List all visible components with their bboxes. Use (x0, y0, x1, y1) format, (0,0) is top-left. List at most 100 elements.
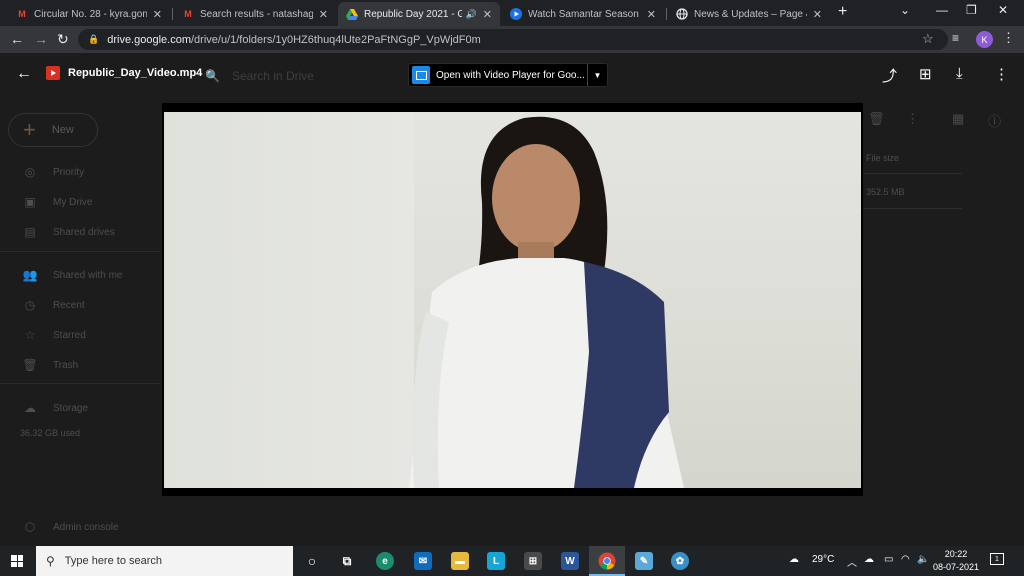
close-tab-icon[interactable]: ✕ (319, 8, 328, 21)
tab-search-icon[interactable]: ⌄ (900, 3, 910, 17)
sidebar-item-shared-with-me[interactable]: 👥 Shared with me (22, 268, 123, 282)
sidebar-item-trash[interactable]: 🗑 Trash (22, 358, 78, 372)
minimize-icon[interactable]: — (936, 3, 948, 17)
sidebar-item-shared-drives[interactable]: ▤ Shared drives (22, 225, 115, 239)
windows-start-icon[interactable] (11, 555, 23, 567)
reload-icon[interactable]: ↻ (57, 31, 69, 48)
cortana-icon[interactable]: ○ (303, 552, 321, 570)
profile-avatar[interactable]: K (976, 31, 993, 48)
add-to-drive-icon[interactable]: ⤴ (882, 65, 897, 86)
sidebar-item-my-drive[interactable]: ▣ My Drive (22, 195, 92, 209)
volume-icon[interactable]: 🔈 (917, 554, 929, 565)
browser-tab[interactable]: Watch Samantar Season 1 Ep ✕ (502, 2, 664, 26)
clock[interactable]: 20:22 08-07-2021 (932, 548, 980, 574)
shared-drive-icon: ▤ (24, 225, 36, 239)
new-window-icon[interactable]: ⊞ (919, 65, 932, 83)
trash-icon[interactable]: 🗑 (868, 111, 885, 127)
sidebar-item-priority[interactable]: ◎ Priority (22, 165, 84, 179)
more-vert-icon[interactable]: ⋮ (906, 111, 919, 127)
file-explorer-icon[interactable]: ▬ (451, 552, 469, 570)
browser-toolbar: ← → ↻ 🔒 drive.google.com /drive/u/1/fold… (0, 26, 1024, 53)
new-button[interactable]: + New (8, 113, 98, 147)
sidebar-item-label: Recent (53, 299, 85, 311)
taskbar-search[interactable]: ⚲ Type here to search (36, 546, 293, 576)
close-tab-icon[interactable]: ✕ (483, 8, 492, 21)
more-actions-icon[interactable]: ⋮ (994, 65, 1009, 83)
browser-tab[interactable]: News & Updates – Page 4 – ✕ (668, 2, 830, 26)
sidebar-item-starred[interactable]: ☆ Starred (22, 328, 86, 342)
taskbar-search-placeholder: Type here to search (64, 555, 163, 567)
wifi-icon[interactable]: ◠ (901, 554, 910, 565)
sidebar-divider (0, 383, 160, 384)
grid-view-icon[interactable]: ▦ (952, 111, 964, 127)
tab-title: Watch Samantar Season 1 Ep (528, 8, 641, 20)
sidebar-item-label: Priority (53, 166, 85, 178)
file-name: Republic_Day_Video.mp4 (68, 67, 203, 79)
close-tab-icon[interactable]: ✕ (647, 8, 656, 21)
close-tab-icon[interactable]: ✕ (813, 8, 822, 21)
sidebar-item-label: Storage (53, 402, 89, 414)
speaker-icon[interactable]: 🔊 (466, 9, 477, 20)
video-player[interactable] (162, 103, 863, 496)
close-window-icon[interactable]: ✕ (998, 3, 1008, 17)
restore-icon[interactable]: ❐ (966, 3, 977, 17)
chevron-up-icon[interactable]: ︿ (847, 554, 857, 569)
store-icon[interactable]: ⊞ (524, 552, 542, 570)
sidebar-item-label: Shared drives (53, 226, 115, 238)
open-with-label: Open with Video Player for Goo... (436, 69, 585, 81)
browser-tab[interactable]: M Search results - natashag@p ✕ (174, 2, 336, 26)
cloud-icon: ☁ (24, 401, 36, 415)
browser-tab[interactable]: M Circular No. 28 - kyra.gonsalves ✕ (8, 2, 170, 26)
download-icon[interactable]: ⤓ (956, 65, 963, 82)
video-file-icon (46, 66, 60, 80)
person-in-video (409, 116, 684, 488)
storage-used-text: 36.32 GB used (20, 428, 81, 438)
weather-temperature[interactable]: 29°C (812, 554, 834, 565)
task-view-icon[interactable]: ⧉ (338, 552, 356, 570)
chevron-down-icon[interactable]: ▼ (587, 64, 607, 86)
battery-icon[interactable]: ▭ (884, 554, 893, 565)
paint-icon[interactable]: ✿ (671, 552, 689, 570)
check-circle-icon: ◎ (24, 165, 36, 179)
clock-icon: ◷ (24, 298, 36, 312)
edge-icon[interactable]: e (376, 552, 394, 570)
close-tab-icon[interactable]: ✕ (153, 8, 162, 21)
bookmark-star-icon[interactable]: ☆ (922, 31, 934, 47)
notification-icon[interactable]: 1 (990, 553, 1004, 565)
weather-icon[interactable]: ☁ (789, 554, 799, 565)
sidebar-item-recent[interactable]: ◷ Recent (22, 298, 85, 312)
browser-tab-active[interactable]: Republic Day 2021 - Goo 🔊 ✕ (338, 2, 500, 26)
sidebar-item-admin-console[interactable]: ⬡ Admin console (22, 520, 119, 534)
preview-header: ← Republic_Day_Video.mp4 Open with Video… (0, 53, 1024, 97)
column-file-size[interactable]: File size (866, 153, 899, 163)
tab-divider (666, 8, 667, 20)
back-arrow-icon[interactable]: ← (10, 31, 24, 47)
file-size-cell: 352.5 MB (862, 173, 962, 209)
info-icon[interactable]: ⓘ (988, 111, 1001, 130)
globe-icon (676, 8, 688, 20)
forward-arrow-icon[interactable]: → (34, 31, 48, 47)
tab-divider (172, 8, 173, 20)
back-arrow-icon[interactable]: ← (16, 65, 32, 83)
l-app-icon[interactable]: L (487, 552, 505, 570)
tab-title: Republic Day 2021 - Goo (364, 8, 462, 20)
play-icon (510, 8, 522, 20)
notepad-icon[interactable]: ✎ (635, 552, 653, 570)
more-menu-icon[interactable]: ⋮ (1002, 30, 1015, 46)
address-bar[interactable]: 🔒 drive.google.com /drive/u/1/folders/1y… (78, 29, 948, 50)
word-icon[interactable]: W (561, 552, 579, 570)
admin-icon: ⬡ (24, 520, 36, 534)
new-label: New (51, 124, 74, 136)
chrome-icon[interactable] (598, 552, 616, 570)
sidebar-item-label: Trash (53, 359, 79, 371)
onedrive-icon[interactable]: ☁ (864, 554, 874, 565)
sidebar-item-storage[interactable]: ☁ Storage (22, 401, 88, 415)
open-with-button[interactable]: Open with Video Player for Goo... ▼ (408, 63, 608, 87)
mail-icon[interactable]: ✉ (414, 552, 432, 570)
gmail-icon: M (184, 9, 192, 19)
people-icon: 👥 (22, 268, 38, 282)
reading-list-icon[interactable]: ≡ (952, 31, 959, 45)
windows-taskbar: ⚲ Type here to search ○ ⧉ e ✉ ▬ L ⊞ W ✎ … (0, 546, 1024, 576)
video-frame[interactable] (164, 112, 861, 488)
new-tab-icon[interactable]: + (838, 3, 847, 21)
